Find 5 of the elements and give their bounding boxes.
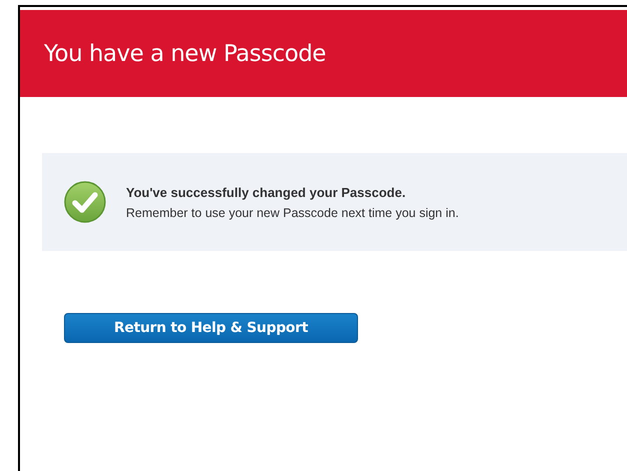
return-button[interactable]: Return to Help & Support: [64, 313, 358, 343]
page-title: You have a new Passcode: [44, 40, 326, 66]
message-heading: You've successfully changed your Passcode.: [126, 184, 407, 200]
message-text: Remember to use your new Passcode next time you sign in.: [126, 206, 459, 220]
checkmark-icon: [64, 181, 106, 223]
